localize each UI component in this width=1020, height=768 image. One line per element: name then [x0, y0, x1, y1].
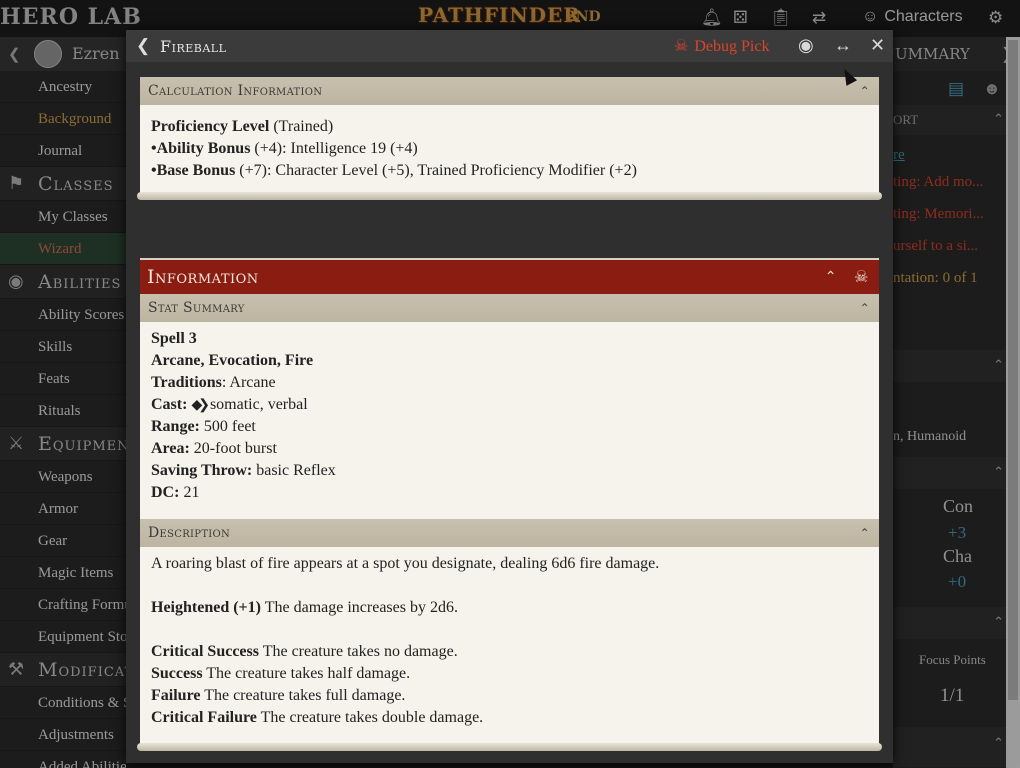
success-value: The creature takes half damage.	[202, 665, 411, 682]
cast-value: somatic, verbal	[205, 396, 308, 413]
ability-bonus-label: •Ability Bonus	[151, 140, 251, 157]
traditions-value: : Arcane	[221, 374, 276, 391]
information-header[interactable]: Information ⌃ ☠	[140, 258, 879, 294]
calculation-info-content: Proficiency Level (Trained) •Ability Bon…	[140, 105, 879, 193]
range-line: Range: 500 feet	[151, 418, 256, 436]
area-label: Area:	[151, 440, 190, 457]
failure-line: Failure The creature takes full damage.	[151, 687, 405, 705]
bug-icon[interactable]: ☠	[854, 260, 869, 294]
spell-level: Spell 3	[151, 330, 197, 347]
saving-throw-line: Saving Throw: basic Reflex	[151, 462, 336, 480]
proficiency-line: Proficiency Level (Trained)	[151, 118, 333, 136]
area-line: Area: 20-foot burst	[151, 440, 277, 458]
success-label: Success	[151, 665, 203, 682]
stat-summary-header[interactable]: Stat Summary ⌃	[140, 294, 879, 322]
scroll-edge	[137, 192, 882, 200]
ability-bonus-line: •Ability Bonus (+4): Intelligence 19 (+4…	[151, 140, 418, 158]
spell-traits: Arcane, Evocation, Fire	[151, 352, 314, 369]
area-value: 20-foot burst	[189, 440, 277, 457]
information-title: Information	[147, 266, 259, 288]
two-actions-icon: ◆❯	[191, 398, 209, 413]
dialog-body: Calculation Information ⌃ Proficiency Le…	[137, 77, 882, 757]
range-label: Range:	[151, 418, 200, 435]
traditions-label: Traditions	[151, 374, 222, 391]
scroll-edge	[137, 743, 882, 751]
expand-horizontal-icon[interactable]: ↔	[834, 35, 852, 56]
debug-pick-label: Debug Pick	[694, 38, 770, 55]
base-bonus-value: (+7): Character Level (+5), Trained Prof…	[235, 162, 637, 179]
ability-bonus-value: (+4): Intelligence 19 (+4)	[250, 140, 418, 157]
dialog-title: Fireball	[160, 37, 227, 56]
debug-pick-button[interactable]: ☠ Debug Pick	[674, 36, 769, 56]
critical-failure-label: Critical Failure	[151, 709, 257, 726]
traditions-line: Traditions: Arcane	[151, 374, 276, 392]
dc-value: 21	[179, 484, 200, 501]
stat-summary-title: Stat Summary	[148, 300, 245, 316]
stat-summary-content: Spell 3 Arcane, Evocation, Fire Traditio…	[140, 322, 879, 519]
calculation-info-title: Calculation Information	[148, 83, 323, 99]
dialog-header: ❮ Fireball ☠ Debug Pick ◉ ↔ ✕	[126, 30, 893, 62]
dc-line: DC: 21	[151, 484, 199, 502]
critical-success-label: Critical Success	[151, 643, 259, 660]
description-header[interactable]: Description ⌃	[140, 519, 879, 547]
critical-success-line: Critical Success The creature takes no d…	[151, 643, 458, 661]
heightened-label: Heightened (+1)	[151, 599, 261, 616]
chevron-up-icon[interactable]: ⌃	[860, 294, 870, 322]
cast-line: Cast: ◆❯ somatic, verbal	[151, 396, 308, 414]
success-line: Success The creature takes half damage.	[151, 665, 410, 683]
description-text: A roaring blast of fire appears at a spo…	[151, 555, 660, 572]
heightened-line: Heightened (+1) The damage increases by …	[151, 599, 458, 617]
chevron-up-icon[interactable]: ⌃	[825, 260, 837, 294]
chevron-up-icon[interactable]: ⌃	[860, 77, 870, 105]
bug-icon: ☠	[674, 38, 689, 55]
dc-label: DC:	[151, 484, 180, 501]
range-value: 500 feet	[199, 418, 256, 435]
saving-throw-label: Saving Throw:	[151, 462, 253, 479]
proficiency-label: Proficiency Level	[151, 118, 270, 135]
fireball-dialog: ❮ Fireball ☠ Debug Pick ◉ ↔ ✕ Calculation…	[126, 30, 893, 763]
description-content: A roaring blast of fire appears at a spo…	[140, 547, 879, 745]
eye-icon[interactable]: ◉	[798, 35, 814, 56]
proficiency-value: (Trained)	[269, 118, 334, 135]
heightened-value: The damage increases by 2d6.	[261, 599, 458, 616]
base-bonus-label: •Base Bonus	[151, 162, 236, 179]
close-icon[interactable]: ✕	[870, 35, 885, 56]
failure-label: Failure	[151, 687, 201, 704]
critical-failure-value: The creature takes double damage.	[256, 709, 484, 726]
critical-success-value: The creature takes no damage.	[258, 643, 458, 660]
back-arrow-icon[interactable]: ❮	[136, 36, 150, 56]
saving-throw-value: basic Reflex	[252, 462, 336, 479]
chevron-up-icon[interactable]: ⌃	[860, 519, 870, 547]
base-bonus-line: •Base Bonus (+7): Character Level (+5), …	[151, 162, 637, 180]
failure-value: The creature takes full damage.	[200, 687, 406, 704]
calculation-info-header[interactable]: Calculation Information ⌃	[140, 77, 879, 105]
description-title: Description	[148, 525, 231, 541]
critical-failure-line: Critical Failure The creature takes doub…	[151, 709, 483, 727]
cast-label: Cast:	[151, 396, 188, 413]
